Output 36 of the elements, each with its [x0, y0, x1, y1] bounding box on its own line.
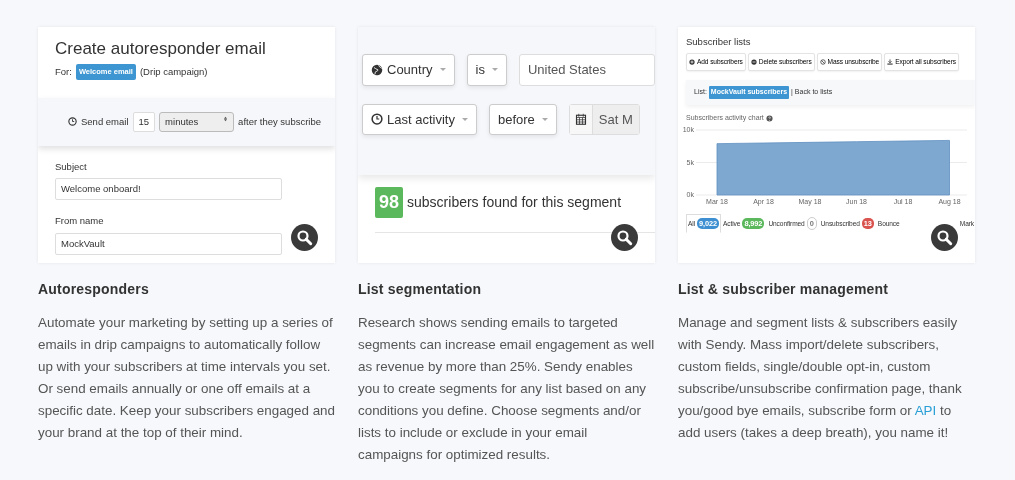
for-label: For: [55, 64, 72, 79]
minus-icon [750, 59, 757, 66]
clock-icon [68, 117, 77, 127]
help-icon [765, 114, 773, 122]
count-label: subscribers found for this segment [407, 193, 622, 212]
ban-icon [819, 59, 826, 66]
field-label: From name [55, 214, 105, 229]
updown-icon [223, 114, 229, 123]
zoom-button[interactable] [931, 224, 958, 251]
feature-title: List & subscriber management [678, 280, 890, 299]
page-heading: Subscriber lists [686, 36, 752, 48]
zoom-button[interactable] [291, 224, 318, 251]
download-icon [887, 59, 894, 66]
input-field[interactable]: Welcome onboard! [55, 178, 282, 201]
feature-description: Automate your marketing by setting up a series of emails in drip campaigns to automatically follow up with your subscribers at time intervals you set. Or send emails annually or one off emails at a specific date. Keep your subscribers engaged and your brand at the top of their mind. [38, 314, 335, 442]
field-dropdown[interactable]: Country [362, 54, 455, 86]
feature-description: Research shows sending emails to targeted segments can increase email engagement as well as revenue by more than 25%. Sendy enables you to create segments for any list based on any conditions you define. Choose segments and/or lists to include or exclude in your email campaigns for optimized results. [358, 314, 655, 464]
operator-dropdown[interactable]: is [466, 54, 507, 86]
field-label: Subject [55, 159, 88, 174]
feature-title: List segmentation [358, 280, 483, 299]
clock-icon [371, 113, 383, 126]
campaign-type: (Drip campaign) [139, 64, 208, 79]
feature-description: Manage and segment lists & subscribers easily with Sendy. Mass import/delete subscribers, custom fields, single/double opt-in, custom subscribe/unsubscribe confirmation page, thank you/good bye emails, subscribe form or API to add users (takes a deep breath), you name it! [678, 314, 963, 442]
feature-title: Autoresponders [38, 280, 150, 299]
value-field[interactable]: United States [518, 54, 655, 86]
zoom-button[interactable] [611, 224, 638, 251]
page-heading: Create autoresponder email [55, 39, 267, 60]
amount-field[interactable]: 15 [132, 111, 156, 132]
count-badge: 98 [375, 187, 404, 218]
send-suffix: after they subscribe [238, 114, 321, 129]
operator-dropdown[interactable]: before [488, 103, 557, 135]
send-label: Send email [81, 114, 129, 129]
input-field[interactable]: MockVault [55, 232, 282, 255]
unit-select[interactable]: minutes [159, 111, 235, 132]
field-dropdown[interactable]: Last activity [362, 103, 477, 135]
plus-icon [689, 59, 695, 66]
